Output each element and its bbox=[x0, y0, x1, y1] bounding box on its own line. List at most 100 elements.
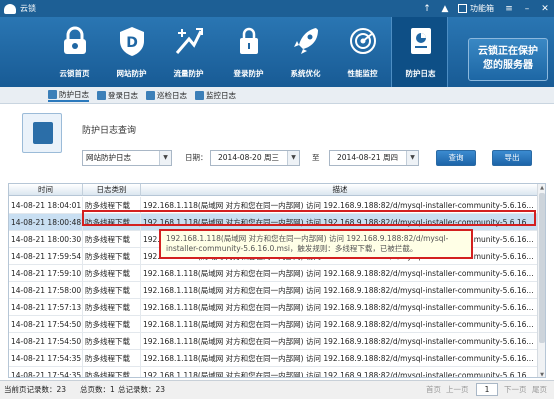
rocket-icon bbox=[294, 28, 318, 54]
last-page-button[interactable]: 尾页 bbox=[532, 381, 547, 399]
tab-protection-log[interactable]: 防护日志 bbox=[48, 89, 89, 102]
promo-line-2: 您的服务器 bbox=[483, 60, 533, 71]
row-description: 192.168.1.118(局域网 对方和您在同一内部网) 访问 192.168… bbox=[141, 282, 539, 299]
table-row[interactable]: 14-08-21 17:54:50 防多线程下载 192.168.1.118(局域网… bbox=[9, 333, 539, 350]
status-bar: 当前页记录数：23 总页数：1 总记录数：23 首页 上一页 下一页 尾页 bbox=[0, 380, 554, 399]
row-description: 192.168.1.118(局域网 对方和您在同一内部网) 访问 192.168… bbox=[141, 333, 539, 350]
prev-page-button[interactable]: 上一页 bbox=[446, 381, 469, 399]
row-type: 防多线程下载 bbox=[83, 350, 141, 367]
tool-label: 网站防护 bbox=[116, 69, 147, 78]
column-header-description[interactable]: 描述 bbox=[141, 184, 539, 196]
row-description: 192.168.1.118(局域网 对方和您在同一内部网) 访问 192.168… bbox=[141, 367, 539, 377]
to-label: 至 bbox=[312, 153, 320, 162]
tooltip-line-2: installer-community-5.6.16.0.msi，触发规则：多线… bbox=[166, 244, 418, 253]
minimize-icon[interactable]: – bbox=[520, 2, 534, 16]
row-description: 192.168.1.118(局域网 对方和您在同一内部网) 访问 192.168… bbox=[141, 350, 539, 367]
tool-performance-monitor[interactable]: 性能监控 bbox=[334, 17, 391, 87]
table-row[interactable]: 14-08-21 17:59:10 防多线程下载 192.168.1.118(局域网… bbox=[9, 265, 539, 282]
query-button[interactable]: 查询 bbox=[436, 150, 476, 166]
radar-icon bbox=[350, 28, 376, 54]
chevron-down-icon: ▼ bbox=[406, 151, 418, 165]
main-toolbar: 云锁首页 D 网站防护 流量防护 登录防护 系统优化 性能监控 防护日志 云锁正… bbox=[0, 17, 554, 87]
row-time: 14-08-21 17:54:50 bbox=[9, 333, 83, 350]
row-type: 防多线程下载 bbox=[83, 197, 141, 214]
tool-traffic-protection[interactable]: 流量防护 bbox=[160, 17, 217, 87]
table-row[interactable]: 14-08-21 17:54:50 防多线程下载 192.168.1.118(局域网… bbox=[9, 316, 539, 333]
current-page-records: 当前页记录数：23 bbox=[4, 385, 67, 394]
tool-label: 系统优化 bbox=[290, 69, 321, 78]
menu-icon[interactable]: ≡ bbox=[502, 2, 516, 16]
tooltip-line-1: 192.168.1.118(局域网 对方和您在同一内部网) 访问 192.168… bbox=[166, 234, 449, 243]
tab-label: 防护日志 bbox=[59, 89, 89, 99]
function-box-button[interactable]: 功能箱 bbox=[458, 3, 494, 14]
row-description: 192.168.1.118(局域网 对方和您在同一内部网) 访问 192.168… bbox=[141, 197, 539, 214]
shirt-icon[interactable]: ▲ bbox=[438, 2, 452, 16]
tool-home[interactable]: 云锁首页 bbox=[46, 17, 103, 87]
log-type-select[interactable]: 网站防护日志 ▼ bbox=[82, 150, 172, 166]
date-label: 日期： bbox=[185, 153, 208, 162]
grid-icon bbox=[458, 4, 467, 13]
log-query-icon bbox=[22, 113, 62, 153]
tab-label: 巡检日志 bbox=[157, 90, 187, 100]
promo-line-1: 云锁正在保护 bbox=[478, 46, 538, 57]
row-description: 192.168.1.118(局域网 对方和您在同一内部网) 访问 192.168… bbox=[141, 265, 539, 282]
traffic-icon bbox=[175, 28, 203, 54]
total-pages: 总页数：1 bbox=[80, 385, 115, 394]
page-title: 防护日志查询 bbox=[82, 126, 137, 136]
tab-label: 登录日志 bbox=[108, 90, 138, 100]
tab-monitor-log[interactable]: 监控日志 bbox=[195, 90, 236, 101]
tool-label: 防护日志 bbox=[405, 69, 436, 78]
tab-login-log[interactable]: 登录日志 bbox=[97, 90, 138, 101]
end-date-value: 2014-08-21 周四 bbox=[337, 153, 398, 162]
start-date-picker[interactable]: 2014-08-20 周三 ▼ bbox=[210, 150, 300, 166]
table-row[interactable]: 14-08-21 17:57:13 防多线程下载 192.168.1.118(局域网… bbox=[9, 299, 539, 316]
tool-website-protection[interactable]: D 网站防护 bbox=[103, 17, 160, 87]
page-number-input[interactable]: 1 bbox=[476, 383, 498, 396]
title-bar: 云锁 ↑ ▲ 功能箱 ≡ – ✕ bbox=[0, 0, 554, 17]
app-logo-icon bbox=[4, 3, 16, 14]
lock-icon bbox=[64, 26, 86, 54]
table-row[interactable]: 14-08-21 17:58:00 防多线程下载 192.168.1.118(局域网… bbox=[9, 282, 539, 299]
tool-login-protection[interactable]: 登录防护 bbox=[220, 17, 277, 87]
first-page-button[interactable]: 首页 bbox=[426, 381, 441, 399]
log-tab-icon bbox=[97, 90, 106, 100]
shield-d-icon: D bbox=[120, 27, 144, 56]
tool-label: 云锁首页 bbox=[59, 69, 90, 78]
export-button[interactable]: 导出 bbox=[492, 150, 532, 166]
row-time: 14-08-21 17:54:50 bbox=[9, 316, 83, 333]
scroll-thumb[interactable] bbox=[539, 193, 545, 343]
scroll-down-icon[interactable]: ▼ bbox=[538, 371, 545, 377]
table-scrollbar[interactable]: ▲ ▼ bbox=[537, 184, 545, 377]
column-header-type[interactable]: 日志类别 bbox=[83, 184, 141, 196]
log-subtabs: 防护日志 登录日志 巡检日志 监控日志 bbox=[0, 87, 554, 104]
row-description: 192.168.1.118(局域网 对方和您在同一内部网) 访问 192.168… bbox=[141, 316, 539, 333]
svg-text:D: D bbox=[126, 35, 138, 51]
row-type: 防多线程下载 bbox=[83, 214, 141, 231]
tab-inspection-log[interactable]: 巡检日志 bbox=[146, 90, 187, 101]
row-time: 14-08-21 17:59:54 bbox=[9, 248, 83, 265]
table-row[interactable]: 14-08-21 17:54:35 防多线程下载 192.168.1.118(局域网… bbox=[9, 367, 539, 377]
end-date-picker[interactable]: 2014-08-21 周四 ▼ bbox=[329, 150, 419, 166]
row-time: 14-08-21 17:59:10 bbox=[9, 265, 83, 282]
start-date-value: 2014-08-20 周三 bbox=[218, 153, 279, 162]
app-title: 云锁 bbox=[20, 4, 36, 13]
table-row[interactable]: 14-08-21 17:54:35 防多线程下载 192.168.1.118(局域网… bbox=[9, 350, 539, 367]
log-tab-icon bbox=[48, 89, 57, 99]
upload-icon[interactable]: ↑ bbox=[420, 2, 434, 16]
tool-protection-log[interactable]: 防护日志 bbox=[391, 17, 448, 87]
row-type: 防多线程下载 bbox=[83, 231, 141, 248]
row-time: 14-08-21 18:00:30 bbox=[9, 231, 83, 248]
tool-system-optimize[interactable]: 系统优化 bbox=[277, 17, 334, 87]
table-row[interactable]: 14-08-21 18:04:01 防多线程下载 192.168.1.118(局域网… bbox=[9, 197, 539, 214]
row-time: 14-08-21 17:54:35 bbox=[9, 367, 83, 377]
row-type: 防多线程下载 bbox=[83, 316, 141, 333]
row-time: 14-08-21 17:54:35 bbox=[9, 350, 83, 367]
row-type: 防多线程下载 bbox=[83, 299, 141, 316]
log-tab-icon bbox=[195, 90, 204, 100]
column-header-time[interactable]: 时间 bbox=[9, 184, 83, 196]
padlock-icon bbox=[240, 27, 258, 54]
close-icon[interactable]: ✕ bbox=[538, 2, 552, 16]
row-time: 14-08-21 17:57:13 bbox=[9, 299, 83, 316]
next-page-button[interactable]: 下一页 bbox=[504, 381, 527, 399]
scroll-up-icon[interactable]: ▲ bbox=[538, 184, 545, 192]
